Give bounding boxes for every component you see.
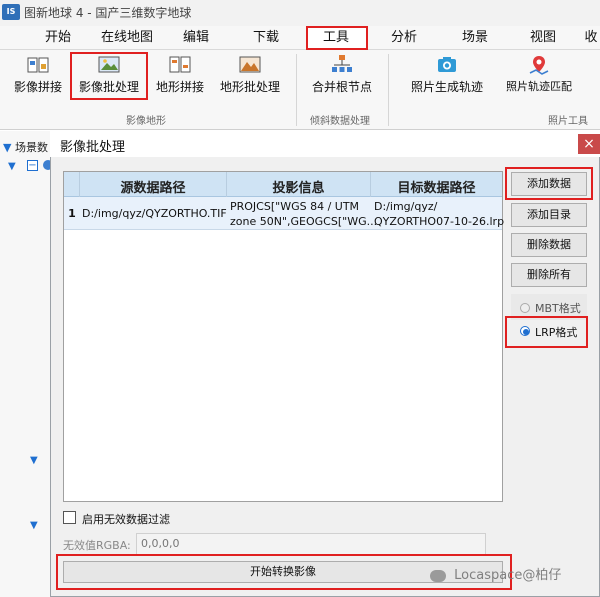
photo-track-icon — [529, 56, 549, 75]
invalid-filter-checkbox[interactable] — [63, 511, 76, 524]
ribbon-separator — [388, 54, 389, 126]
tab-start[interactable]: 开始 — [36, 29, 80, 47]
watermark-text: Locaspace@柏仔 — [454, 568, 562, 583]
merge-root-label: 合并根节点 — [311, 80, 372, 94]
tab-tools[interactable]: 工具 — [316, 29, 356, 47]
cell-target-line2: QYZORTHO07-10-26.lrp — [374, 215, 505, 228]
dialog-title-bar — [50, 130, 600, 157]
tree-expand-icon[interactable]: ▼ — [30, 455, 38, 466]
tree-collapse-icon[interactable]: − — [27, 160, 38, 171]
scene-tree-title: 场景数 — [14, 141, 48, 154]
row-index: 1 — [68, 207, 76, 220]
window-title: 图新地球 4 - 国产三维数字地球 — [24, 6, 192, 20]
cell-source-path: D:/img/qyz/QYZORTHO.TIF — [82, 207, 227, 220]
column-header-target[interactable]: 目标数据路径 — [371, 177, 502, 196]
terrain-mosaic-icon — [169, 56, 191, 73]
group-label-oblique: 倾斜数据处理 — [310, 116, 370, 127]
image-mosaic-button[interactable]: 影像拼接 — [8, 54, 68, 100]
photo-track-match-button[interactable]: 照片轨迹匹配 — [503, 54, 575, 100]
photo-track-generate-button[interactable]: 照片生成轨迹 — [406, 54, 488, 100]
cell-projection-line1: PROJCS["WGS 84 / UTM — [230, 200, 360, 213]
terrain-mosaic-button[interactable]: 地形拼接 — [152, 54, 208, 100]
tree-expand-icon[interactable]: ▼ — [30, 520, 38, 531]
rgba-label: 无效值RGBA: — [63, 539, 131, 552]
camera-icon — [438, 57, 456, 72]
tab-view[interactable]: 视图 — [523, 29, 563, 47]
rgba-input[interactable]: 0,0,0,0 — [136, 533, 486, 555]
lrp-radio[interactable] — [520, 326, 530, 336]
scene-tree-header: ▼ 场景数 — [3, 139, 48, 155]
image-mosaic-icon — [27, 57, 49, 73]
group-label-image-terrain: 影像地形 — [126, 116, 166, 127]
cell-projection-line2: zone 50N",GEOGCS["WG... — [230, 215, 378, 228]
photo-track-generate-label: 照片生成轨迹 — [410, 80, 483, 94]
terrain-batch-icon — [239, 56, 261, 73]
add-data-button[interactable]: 添加数据 — [511, 172, 587, 196]
tab-edit[interactable]: 编辑 — [176, 29, 216, 47]
tab-collect[interactable]: 收 — [582, 29, 600, 47]
delete-data-button[interactable]: 删除数据 — [511, 233, 587, 257]
cell-target-line1: D:/img/qyz/ — [374, 200, 438, 213]
mbt-radio[interactable] — [520, 303, 530, 313]
chevron-down-icon[interactable]: ▼ — [3, 141, 11, 154]
watermark: Locaspace@柏仔 — [430, 564, 561, 583]
tab-scene[interactable]: 场景 — [455, 29, 495, 47]
ribbon-tab-bar — [0, 26, 600, 50]
add-directory-button[interactable]: 添加目录 — [511, 203, 587, 227]
terrain-batch-button[interactable]: 地形批处理 — [214, 54, 286, 100]
column-header-projection[interactable]: 投影信息 — [227, 177, 370, 196]
app-logo: IS — [2, 4, 20, 20]
image-batch-label: 影像批处理 — [78, 80, 139, 94]
delete-all-button[interactable]: 删除所有 — [511, 263, 587, 287]
tab-online-map[interactable]: 在线地图 — [96, 29, 158, 47]
dialog-title: 影像批处理 — [60, 140, 126, 155]
mbt-format-label: MBT格式 — [535, 302, 581, 315]
invalid-filter-label: 启用无效数据过滤 — [82, 513, 170, 526]
column-header-source[interactable]: 源数据路径 — [80, 177, 226, 196]
merge-root-button[interactable]: 合并根节点 — [306, 54, 378, 100]
image-mosaic-label: 影像拼接 — [13, 80, 62, 94]
image-batch-button[interactable]: 影像批处理 — [72, 54, 146, 100]
wechat-icon — [430, 569, 446, 582]
tab-download[interactable]: 下载 — [246, 29, 286, 47]
photo-track-match-label: 照片轨迹匹配 — [506, 80, 572, 93]
merge-root-icon — [332, 55, 352, 72]
terrain-batch-label: 地形批处理 — [219, 80, 280, 94]
terrain-mosaic-label: 地形拼接 — [155, 80, 204, 94]
ribbon-separator — [296, 54, 297, 126]
tree-expand-icon[interactable]: ▼ — [8, 161, 16, 172]
lrp-format-option[interactable]: LRP格式 — [511, 320, 583, 344]
tab-analysis[interactable]: 分析 — [384, 29, 424, 47]
image-batch-icon — [98, 56, 120, 73]
close-button[interactable]: × — [578, 134, 600, 154]
lrp-format-label: LRP格式 — [535, 326, 578, 339]
group-label-photo-tools: 照片工具 — [548, 116, 588, 127]
